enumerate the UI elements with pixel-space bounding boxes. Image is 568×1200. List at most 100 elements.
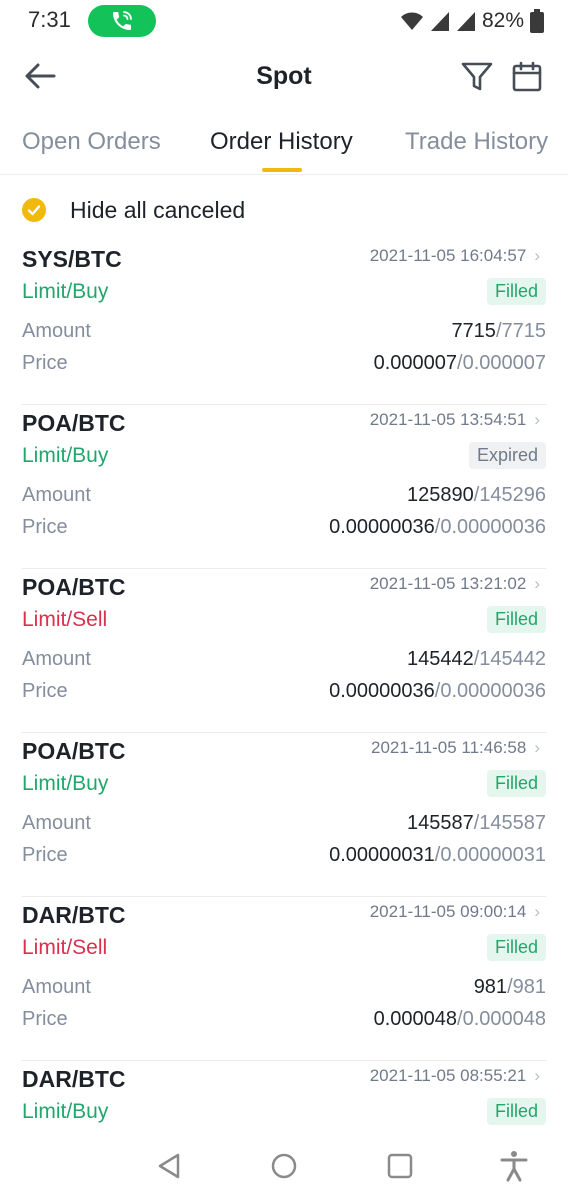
amount-value: 981/981 (474, 976, 546, 999)
order-item[interactable]: DAR/BTC Limit/Sell 2021-11-05 09:00:14 › … (22, 896, 546, 1061)
price-label: Price (22, 680, 68, 702)
status-badge: Expired (468, 442, 546, 469)
price-value: 0.00000031/0.00000031 (329, 844, 546, 867)
price-value: 0.00000036/0.00000036 (329, 680, 546, 703)
chevron-right-icon: › (534, 738, 540, 757)
order-pair: SYS/BTC (22, 246, 122, 272)
order-side: Limit/Buy (22, 1100, 109, 1123)
amount-total: /145442 (473, 648, 546, 670)
price-average: 0.00000036 (329, 516, 435, 538)
screen: 7:31 82% Spot Open Orders Order History … (0, 0, 568, 1200)
price-order: /0.000048 (457, 1008, 546, 1030)
price-order: /0.00000031 (434, 844, 546, 866)
calendar-icon (512, 61, 542, 92)
calendar-button[interactable] (510, 60, 546, 96)
status-badge: Filled (486, 606, 546, 633)
order-side: Limit/Sell (22, 608, 108, 631)
status-icons: 82% (400, 7, 544, 35)
accessibility-icon (500, 1151, 528, 1182)
chevron-right-icon: › (534, 902, 540, 921)
amount-total: /7715 (495, 320, 546, 342)
chevron-right-icon: › (534, 574, 540, 593)
square-recents-icon (387, 1153, 413, 1179)
order-datetime: 2021-11-05 16:04:57 › (370, 246, 540, 266)
order-datetime: 2021-11-05 11:46:58 › (371, 738, 540, 758)
amount-filled: 125890 (406, 484, 474, 506)
price-average: 0.00000031 (329, 844, 435, 866)
amount-total: /145296 (473, 484, 546, 506)
order-datetime-text: 2021-11-05 08:55:21 (369, 1066, 527, 1085)
order-datetime-text: 2021-11-05 13:21:02 (369, 574, 527, 593)
price-label: Price (22, 352, 68, 374)
order-datetime-text: 2021-11-05 09:00:14 (369, 902, 527, 921)
battery-percent: 82% (481, 9, 524, 32)
status-badge: Filled (486, 770, 546, 797)
battery-icon (530, 9, 544, 33)
order-side: Limit/Sell (22, 936, 108, 959)
signal-icon (430, 12, 449, 31)
amount-label: Amount (22, 320, 91, 342)
amount-label: Amount (22, 484, 91, 506)
status-bar: 7:31 82% (0, 0, 568, 44)
order-datetime: 2021-11-05 13:21:02 › (370, 574, 540, 594)
order-datetime-text: 2021-11-05 11:46:58 (370, 738, 527, 757)
active-tab-indicator (262, 168, 302, 172)
status-badge: Filled (486, 278, 546, 305)
system-recents-button[interactable] (383, 1149, 417, 1183)
amount-label: Amount (22, 812, 91, 834)
order-side: Limit/Buy (22, 772, 109, 795)
system-back-button[interactable] (152, 1149, 186, 1183)
system-navigation-bar (0, 1135, 568, 1200)
price-label: Price (22, 1008, 68, 1030)
tab-open-orders[interactable]: Open Orders (22, 128, 161, 156)
amount-filled: 145442 (406, 648, 474, 670)
amount-filled: 145587 (406, 812, 474, 834)
chevron-right-icon: › (534, 1066, 540, 1085)
order-item[interactable]: POA/BTC Limit/Buy 2021-11-05 11:46:58 › F… (22, 732, 546, 897)
amount-value: 145587/145587 (407, 812, 546, 835)
ongoing-call-pill[interactable] (88, 5, 156, 37)
order-pair: DAR/BTC (22, 902, 126, 928)
price-order: /0.000007 (457, 352, 546, 374)
triangle-back-icon (158, 1153, 180, 1179)
tab-order-history[interactable]: Order History (210, 128, 353, 156)
system-home-button[interactable] (267, 1149, 301, 1183)
tab-trade-history[interactable]: Trade History (405, 128, 548, 156)
funnel-icon (461, 62, 493, 91)
order-item[interactable]: POA/BTC Limit/Buy 2021-11-05 13:54:51 › E… (22, 404, 546, 569)
phone-call-icon (113, 11, 132, 30)
price-value: 0.000048/0.000048 (374, 1008, 546, 1031)
order-item[interactable]: SYS/BTC Limit/Buy 2021-11-05 16:04:57 › F… (22, 240, 546, 405)
status-time: 7:31 (28, 7, 71, 32)
order-datetime: 2021-11-05 09:00:14 › (370, 902, 540, 922)
amount-value: 145442/145442 (407, 648, 546, 671)
order-datetime: 2021-11-05 08:55:21 › (370, 1066, 540, 1086)
checkbox-checked-icon (22, 198, 46, 222)
status-badge: Filled (486, 934, 546, 961)
price-average: 0.00000036 (329, 680, 435, 702)
price-label: Price (22, 844, 68, 866)
amount-label: Amount (22, 976, 91, 998)
order-pair: DAR/BTC (22, 1066, 126, 1092)
order-item[interactable]: POA/BTC Limit/Sell 2021-11-05 13:21:02 › … (22, 568, 546, 733)
order-datetime-text: 2021-11-05 16:04:57 (369, 246, 527, 265)
amount-label: Amount (22, 648, 91, 670)
price-average: 0.000048 (373, 1008, 458, 1030)
price-value: 0.000007/0.000007 (374, 352, 546, 375)
order-side: Limit/Buy (22, 280, 109, 303)
wifi-icon (400, 12, 423, 30)
order-pair: POA/BTC (22, 574, 126, 600)
amount-filled: 7715 (451, 320, 496, 342)
app-header: Spot (0, 48, 568, 108)
order-pair: POA/BTC (22, 410, 126, 436)
price-order: /0.00000036 (434, 680, 546, 702)
chevron-right-icon: › (534, 246, 540, 265)
signal-icon-secondary (456, 12, 475, 31)
order-datetime: 2021-11-05 13:54:51 › (370, 410, 540, 430)
status-badge: Filled (486, 1098, 546, 1125)
circle-home-icon (271, 1153, 297, 1179)
accessibility-button[interactable] (497, 1149, 531, 1183)
hide-canceled-toggle[interactable]: Hide all canceled (22, 192, 245, 228)
amount-filled: 981 (473, 976, 508, 998)
filter-button[interactable] (460, 60, 496, 96)
